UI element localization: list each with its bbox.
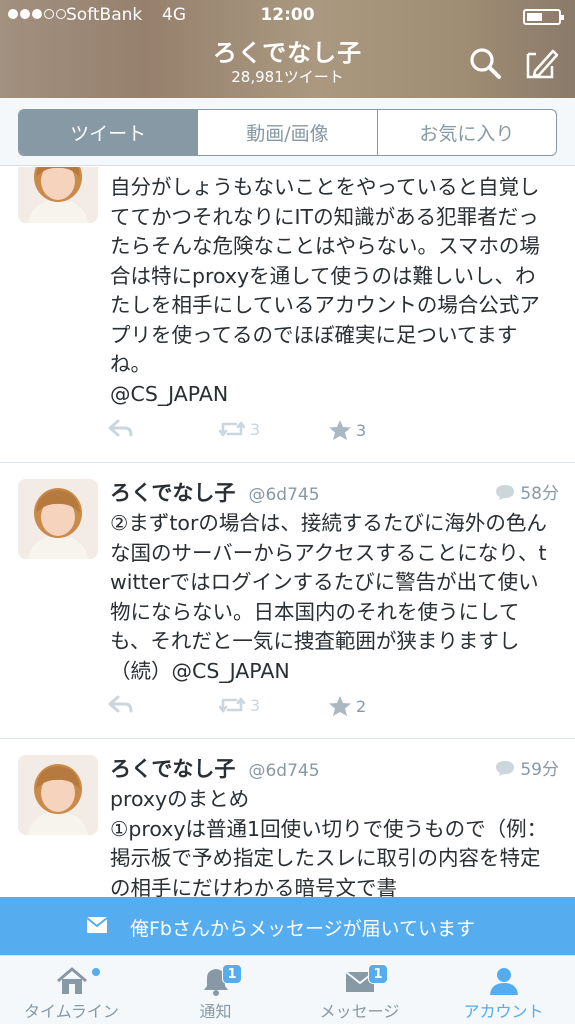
tweet-actions: 3 2 bbox=[108, 695, 408, 721]
battery-icon bbox=[523, 9, 564, 25]
tweet-time: 58分 bbox=[495, 479, 559, 504]
tab-timeline-label: タイムライン bbox=[24, 1002, 119, 1021]
avatar-image bbox=[18, 167, 98, 223]
avatar-image bbox=[18, 479, 98, 559]
tweet-author-name[interactable]: ろくでなし子 bbox=[110, 757, 235, 781]
tweet-item[interactable]: 自分がしょうもないことをやっていると自覚しててかつそれなりにITの知識がある犯罪… bbox=[0, 167, 575, 463]
profile-header: SoftBank 4G 12:00 ろくでなし子 28,981ツイート bbox=[0, 0, 575, 98]
tweet-item[interactable]: ろくでなし子 @6d745 59分 proxyのまとめ ①proxyは普通1回使… bbox=[0, 739, 575, 897]
retweet-icon bbox=[218, 697, 246, 713]
search-icon bbox=[470, 48, 501, 79]
tweet-text: 自分がしょうもないことをやっていると自覚しててかつそれなりにITの知識がある犯罪… bbox=[110, 175, 540, 406]
tweet-author-handle[interactable]: @6d745 bbox=[248, 761, 319, 781]
star-icon bbox=[329, 696, 351, 716]
unread-dot bbox=[92, 968, 100, 976]
person-icon bbox=[489, 968, 518, 995]
avatar-image bbox=[18, 755, 98, 835]
tab-messages-label: メッセージ bbox=[319, 1002, 400, 1021]
tab-timeline[interactable]: タイムライン bbox=[0, 956, 143, 1025]
tab-notifications-label: 通知 bbox=[199, 1002, 232, 1021]
favorite-button[interactable]: 3 bbox=[328, 419, 366, 441]
tab-account[interactable]: アカウント bbox=[432, 956, 575, 1025]
retweet-button[interactable]: 3 bbox=[218, 419, 260, 439]
tweet-text: ②まずtorの場合は、接続するたびに海外の色んな国のサーバーからアクセスすること… bbox=[110, 511, 547, 683]
reply-button[interactable] bbox=[108, 419, 134, 439]
tweet-time-label: 58分 bbox=[520, 484, 559, 504]
tweet-author-handle[interactable]: @6d745 bbox=[248, 485, 319, 505]
tab-messages[interactable]: 1 メッセージ bbox=[288, 956, 431, 1025]
segmented-control: ツイート 動画/画像 お気に入り bbox=[18, 109, 557, 156]
tweet-time: 59分 bbox=[495, 755, 559, 780]
conversation-icon bbox=[496, 484, 515, 500]
message-notification-banner[interactable]: 俺Fbさんからメッセージが届いています bbox=[0, 897, 575, 955]
search-button[interactable] bbox=[466, 44, 506, 84]
tweet-timeline[interactable]: 自分がしょうもないことをやっていると自覚しててかつそれなりにITの知識がある犯罪… bbox=[0, 167, 575, 897]
retweet-count: 3 bbox=[250, 695, 261, 715]
avatar[interactable] bbox=[18, 479, 98, 559]
banner-text: 俺Fbさんからメッセージが届いています bbox=[130, 918, 476, 940]
retweet-button[interactable]: 3 bbox=[218, 695, 260, 715]
tab-notifications[interactable]: 1 通知 bbox=[144, 956, 287, 1025]
tab-tweets[interactable]: ツイート bbox=[19, 110, 198, 155]
message-badge: 1 bbox=[368, 964, 388, 984]
tab-favorites[interactable]: お気に入り bbox=[376, 110, 556, 155]
avatar[interactable] bbox=[18, 167, 98, 223]
tweet-header: ろくでなし子 @6d745 59分 bbox=[110, 753, 559, 783]
retweet-icon bbox=[218, 421, 246, 437]
reply-icon bbox=[108, 419, 133, 437]
tweet-actions: 3 3 bbox=[108, 419, 408, 445]
tab-account-label: アカウント bbox=[463, 1002, 544, 1021]
tweet-item[interactable]: ろくでなし子 @6d745 58分 ②まずtorの場合は、接続するたびに海外の色… bbox=[0, 463, 575, 739]
reply-icon bbox=[108, 695, 133, 713]
tweet-time-label: 59分 bbox=[520, 760, 559, 780]
tweet-header: ろくでなし子 @6d745 58分 bbox=[110, 477, 559, 507]
favorite-count: 2 bbox=[356, 696, 367, 716]
home-icon bbox=[56, 967, 87, 994]
avatar[interactable] bbox=[18, 755, 98, 835]
bottom-tab-bar: タイムライン 1 通知 1 メッセージ アカウント bbox=[0, 955, 575, 1024]
retweet-count: 3 bbox=[250, 419, 261, 439]
star-icon bbox=[329, 420, 351, 440]
status-bar: SoftBank 4G 12:00 bbox=[0, 0, 575, 32]
conversation-icon bbox=[496, 760, 515, 776]
favorite-count: 3 bbox=[356, 420, 367, 440]
status-time: 12:00 bbox=[260, 5, 315, 25]
tab-media[interactable]: 動画/画像 bbox=[197, 110, 376, 155]
envelope-icon bbox=[86, 917, 108, 933]
tweet-text: proxyのまとめ ①proxyは普通1回使い切りで使うもので（例：掲示板で予め… bbox=[110, 787, 548, 897]
profile-tabs-bar: ツイート 動画/画像 お気に入り bbox=[0, 98, 575, 166]
notification-badge: 1 bbox=[222, 964, 242, 984]
reply-button[interactable] bbox=[108, 695, 134, 715]
compose-button[interactable] bbox=[522, 44, 562, 84]
favorite-button[interactable]: 2 bbox=[328, 695, 366, 717]
compose-icon bbox=[526, 49, 559, 79]
tweet-author-name[interactable]: ろくでなし子 bbox=[110, 481, 235, 505]
